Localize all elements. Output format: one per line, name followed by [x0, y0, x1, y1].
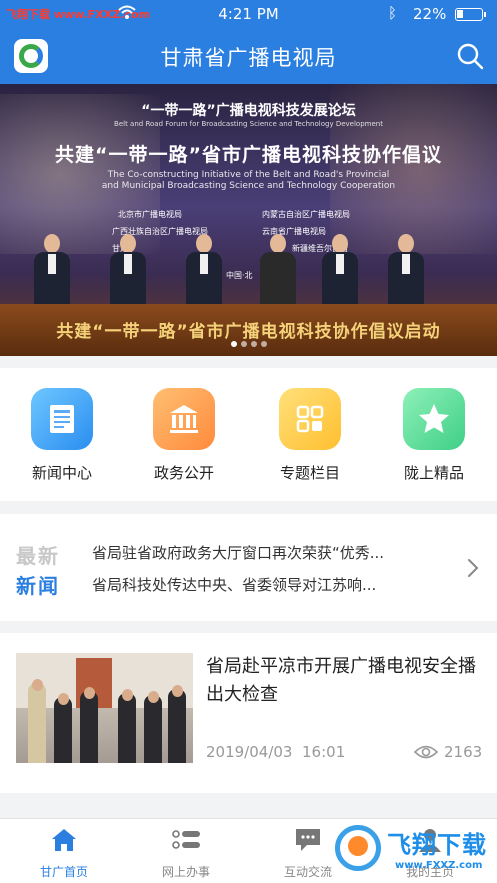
- category-grid: 新闻中心 政务公开 专题栏目 陇上精品: [0, 368, 497, 501]
- search-icon[interactable]: [455, 41, 485, 71]
- banner-org: 内蒙古自治区广播电视局: [262, 210, 350, 219]
- banner-person: [260, 234, 296, 306]
- article-headline[interactable]: 省局赴平凉市开展广播电视安全播出大检查: [206, 653, 486, 709]
- battery-percent: 22%: [413, 5, 447, 23]
- latest-news-item[interactable]: 省局科技处传达中央、省委领导对江苏响...: [92, 574, 452, 595]
- tab-label: 网上办事: [161, 865, 210, 879]
- category-label: 专题栏目: [279, 464, 340, 482]
- category-label: 政务公开: [153, 464, 214, 482]
- banner-person: [186, 234, 222, 306]
- star-icon: [403, 388, 465, 450]
- banner-person: [110, 234, 146, 306]
- banner-headline: 共建“一带一路”省市广播电视科技协作倡议: [55, 144, 442, 166]
- category-news-center[interactable]: 新闻中心: [22, 388, 102, 483]
- article-view-count: 2163: [444, 743, 483, 761]
- category-longshang-selection[interactable]: 陇上精品: [394, 388, 474, 483]
- category-government-affairs[interactable]: 政务公开: [144, 388, 224, 483]
- latest-news-item[interactable]: 省局驻省政府政务大厅窗口再次荣获“优秀...: [92, 542, 452, 563]
- carousel-dot[interactable]: [240, 341, 247, 347]
- banner-person: [322, 234, 358, 306]
- banner-carousel[interactable]: “一带一路”广播电视科技发展论坛 Belt and Road Forum for…: [0, 84, 497, 356]
- carousel-dot[interactable]: [230, 341, 237, 347]
- category-label: 陇上精品: [403, 464, 464, 482]
- tab-online-services[interactable]: 网上办事: [136, 825, 236, 880]
- category-special-topics[interactable]: 专题栏目: [270, 388, 350, 483]
- news-tag: 新闻: [16, 574, 60, 598]
- banner-person: [34, 234, 70, 306]
- carousel-indicator[interactable]: [0, 332, 497, 351]
- government-building-icon: [153, 388, 215, 450]
- article-datetime: 2019/04/03 16:01: [206, 743, 346, 761]
- tab-label: 甘广首页: [39, 865, 88, 879]
- tab-home[interactable]: 甘广首页: [14, 825, 114, 880]
- banner-person: [388, 234, 424, 306]
- app-header: 甘肃省广播电视局: [0, 28, 497, 84]
- banner-stage-text: 中国·北: [226, 271, 253, 280]
- chevron-right-icon[interactable]: [466, 557, 480, 579]
- article-thumbnail[interactable]: [16, 653, 193, 763]
- banner-headline-en: The Co-constructing Initiative of the Be…: [101, 170, 396, 191]
- page-title: 甘肃省广播电视局: [160, 46, 337, 70]
- bluetooth-icon: ᛒ: [388, 4, 398, 22]
- article-card[interactable]: 省局赴平凉市开展广播电视安全播出大检查 2019/04/03 16:01 216…: [0, 633, 497, 793]
- banner-org: 北京市广播电视局: [118, 210, 182, 219]
- banner-forum-title: “一带一路”广播电视科技发展论坛: [141, 103, 356, 119]
- carousel-dot[interactable]: [250, 341, 257, 347]
- list-icon: [172, 830, 200, 849]
- grid-icon: [279, 388, 341, 450]
- latest-news-ticker[interactable]: 最新 新闻 省局驻省政府政务大厅窗口再次荣获“优秀... 省局科技处传达中央、省…: [0, 514, 497, 621]
- home-icon: [52, 829, 76, 851]
- category-label: 新闻中心: [31, 464, 92, 482]
- banner-forum-title-en: Belt and Road Forum for Broadcasting Sci…: [114, 120, 383, 128]
- chat-icon: [296, 829, 320, 851]
- latest-tag: 最新: [16, 544, 60, 568]
- status-bar: 飞翔下载 www.FXXZ.com 4:21 PM ᛒ 22%: [0, 0, 497, 28]
- newspaper-icon: [31, 388, 93, 450]
- battery-icon: [455, 8, 486, 21]
- eye-icon: [414, 745, 438, 759]
- watermark-logo: 飞翔下载 www.FXXZ.com: [335, 822, 497, 883]
- carousel-dot[interactable]: [260, 341, 267, 347]
